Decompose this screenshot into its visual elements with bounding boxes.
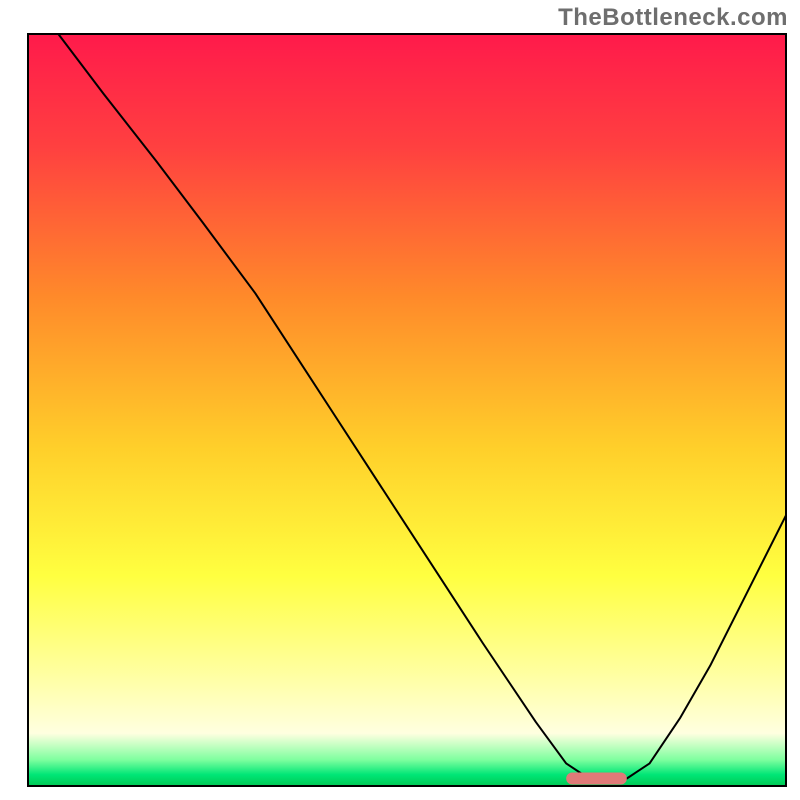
watermark-text: TheBottleneck.com — [558, 4, 788, 32]
bottleneck-chart — [0, 0, 800, 800]
chart-container: TheBottleneck.com — [0, 0, 800, 800]
plot-background — [28, 34, 786, 786]
optimal-zone-marker — [566, 772, 627, 784]
